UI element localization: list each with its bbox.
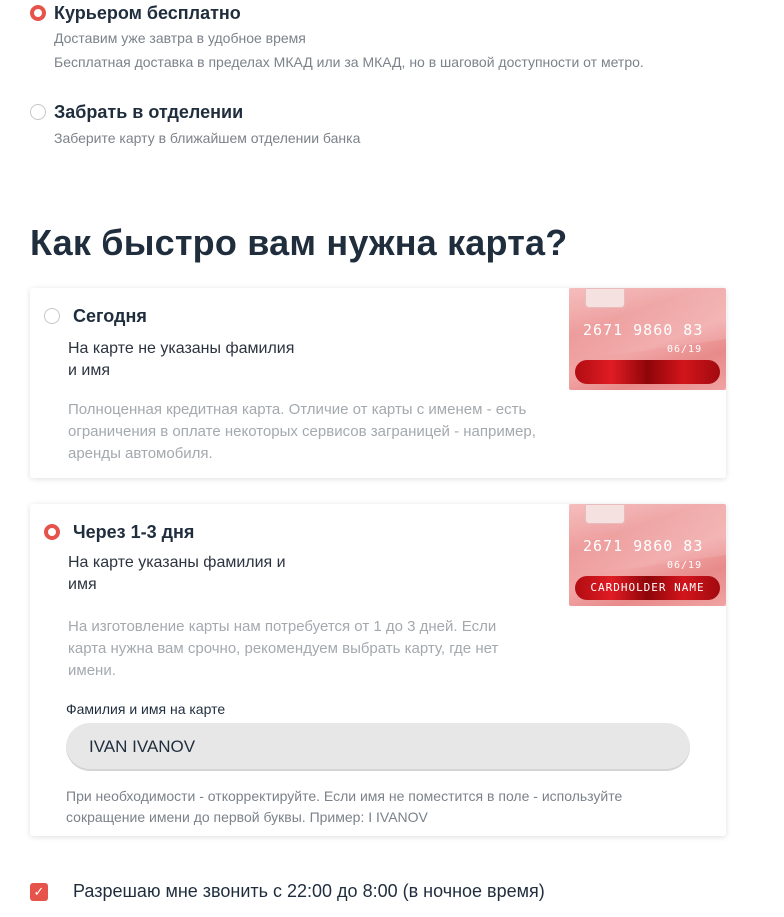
option-sub-pickup: Заберите карту в ближайшем отделении бан…: [54, 130, 361, 146]
option-sub-courier-2: Бесплатная доставка в пределах МКАД или …: [54, 54, 644, 70]
option-title-today[interactable]: Сегодня: [73, 306, 147, 327]
radio-pickup[interactable]: [30, 104, 46, 120]
option-title-pickup[interactable]: Забрать в отделении: [54, 102, 243, 123]
night-call-checkbox[interactable]: ✓: [30, 883, 48, 901]
checkmark-icon: ✓: [33, 884, 45, 899]
name-field-help: При необходимости - откорректируйте. Есл…: [66, 788, 623, 825]
name-on-card-input[interactable]: [66, 723, 690, 771]
card-number: 2671 9860 83: [583, 321, 704, 339]
night-call-label[interactable]: Разрешаю мне звонить с 22:00 до 8:00 (в …: [73, 881, 545, 902]
card-chip-icon: [585, 504, 625, 524]
option-title-1-3-days[interactable]: Через 1-3 дня: [73, 522, 194, 543]
section-heading: Как быстро вам нужна карта?: [30, 222, 568, 263]
card-name-strip: CARDHOLDER NAME: [575, 576, 720, 600]
option-lead-today: На карте не указаны фамилия и имя: [68, 340, 295, 379]
option-sub-courier-1: Доставим уже завтра в удобное время: [54, 30, 306, 46]
card-image-with-name: 2671 9860 83 06/19 CARDHOLDER NAME: [569, 504, 726, 606]
speed-option-1-3-days[interactable]: Через 1-3 дня На карте указаны фамилия и…: [30, 504, 726, 836]
radio-1-3-days[interactable]: [44, 524, 60, 540]
speed-option-today[interactable]: Сегодня На карте не указаны фамилия и им…: [30, 288, 726, 478]
radio-today[interactable]: [44, 308, 60, 324]
card-number: 2671 9860 83: [583, 537, 704, 555]
card-chip-icon: [585, 288, 625, 308]
card-name-strip: [575, 360, 720, 384]
option-title-courier[interactable]: Курьером бесплатно: [54, 3, 241, 24]
name-field-label: Фамилия и имя на карте: [66, 701, 226, 717]
option-desc-today: Полноценная кредитная карта. Отличие от …: [68, 401, 536, 462]
option-desc-1-3-days: На изготовление карты нам потребуется от…: [68, 618, 499, 679]
radio-courier[interactable]: [30, 5, 46, 21]
option-lead-1-3-days: На карте указаны фамилия и имя: [68, 554, 286, 593]
card-image-no-name: 2671 9860 83 06/19: [569, 288, 726, 390]
card-expiry: 06/19: [667, 344, 703, 355]
card-expiry: 06/19: [667, 560, 703, 571]
